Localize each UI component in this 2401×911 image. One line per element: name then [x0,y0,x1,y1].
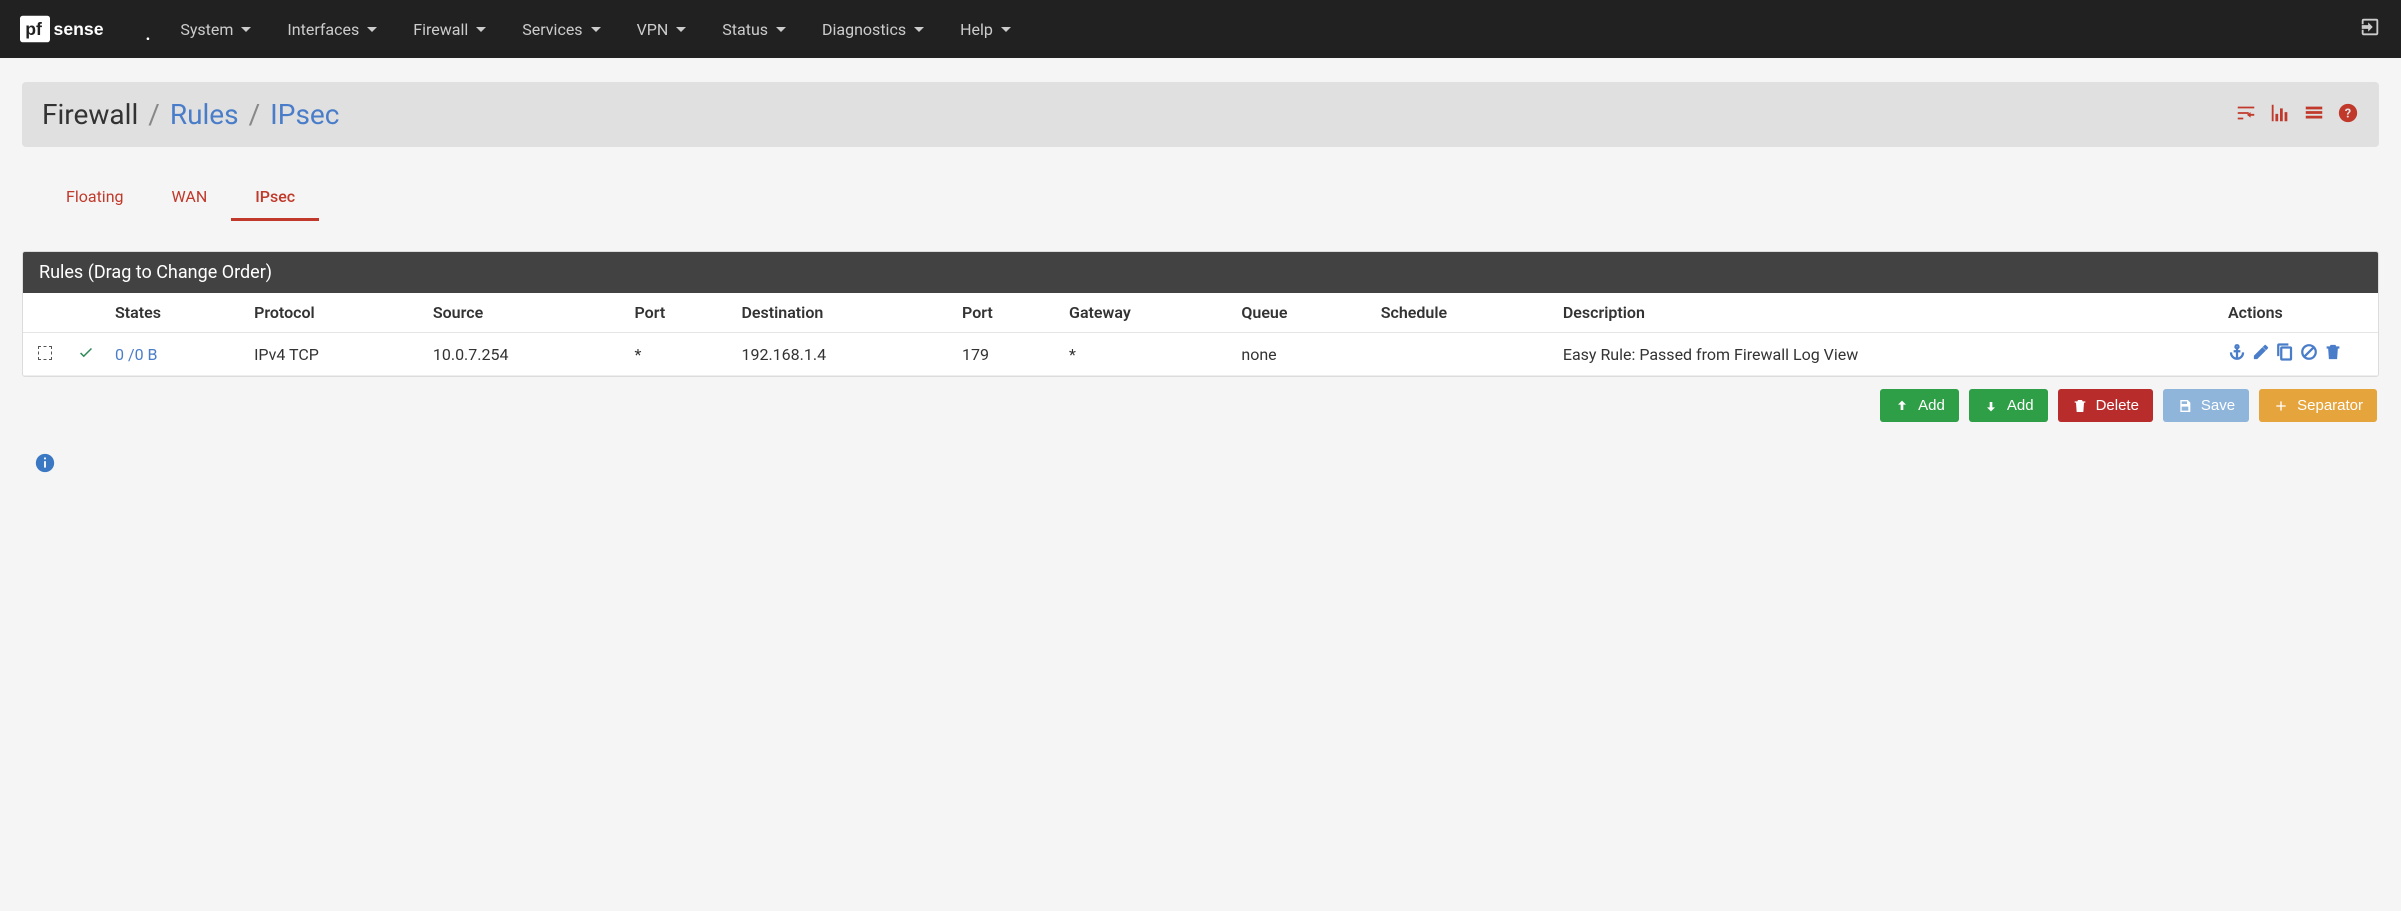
pass-check-icon [77,346,95,365]
top-navbar: pf sense System Interfaces Firewall Serv… [0,0,2401,58]
caret-down-icon [1001,27,1011,32]
row-select-checkbox[interactable] [38,346,52,360]
col-queue: Queue [1231,293,1370,333]
cell-gateway: * [1059,333,1231,376]
separator-button[interactable]: Separator [2259,389,2377,422]
caret-down-icon [914,27,924,32]
add-bottom-button[interactable]: Add [1969,389,2048,422]
help-icon[interactable]: ? [2337,102,2359,128]
panel-title: Rules (Drag to Change Order) [23,252,2378,293]
trash-icon [2072,398,2088,414]
arrow-down-icon [1983,398,1999,414]
tab-wan[interactable]: WAN [148,175,232,221]
col-sport: Port [624,293,731,333]
breadcrumb: Firewall / Rules / IPsec [42,98,339,131]
nav-interfaces[interactable]: Interfaces [269,0,395,58]
table-row[interactable]: 0 /0 B IPv4 TCP 10.0.7.254 * 192.168.1.4… [23,333,2378,376]
cell-schedule [1371,333,1553,376]
save-floppy-icon [2177,398,2193,414]
breadcrumb-ipsec[interactable]: IPsec [270,98,339,131]
col-select [23,293,67,333]
cell-destination: 192.168.1.4 [731,333,952,376]
breadcrumb-root: Firewall [42,98,138,131]
states-link[interactable]: 0 /0 B [115,345,158,364]
brand-logo[interactable]: pf sense [20,14,152,44]
save-button[interactable]: Save [2163,389,2249,422]
header-actions: ? [2235,102,2359,128]
breadcrumb-sep: / [148,98,160,131]
tab-floating[interactable]: Floating [42,175,148,221]
brand-left-text: pf [25,19,42,39]
disable-ban-icon[interactable] [2300,343,2318,365]
tab-ipsec[interactable]: IPsec [231,175,319,221]
arrow-up-icon [1894,398,1910,414]
add-top-button[interactable]: Add [1880,389,1959,422]
bar-chart-icon[interactable] [2269,102,2291,128]
info-icon[interactable] [34,462,56,478]
svg-text:?: ? [2345,106,2351,121]
nav-vpn[interactable]: VPN [619,0,705,58]
cell-queue: none [1231,333,1370,376]
caret-down-icon [591,27,601,32]
col-description: Description [1553,293,2218,333]
nav-help[interactable]: Help [942,0,1029,58]
nav-status[interactable]: Status [704,0,804,58]
cell-protocol: IPv4 TCP [244,333,423,376]
anchor-icon[interactable] [2228,343,2246,365]
delete-button[interactable]: Delete [2058,389,2153,422]
col-protocol: Protocol [244,293,423,333]
nav-items: System Interfaces Firewall Services VPN … [162,0,1029,58]
header-panel: Firewall / Rules / IPsec ? [22,82,2379,147]
nav-system[interactable]: System [162,0,269,58]
interface-tabs: Floating WAN IPsec [22,165,2379,221]
copy-icon[interactable] [2276,343,2294,365]
page: Firewall / Rules / IPsec ? Floating WAN … [0,58,2401,502]
brand-right-text: sense [54,19,104,39]
navbar-left: pf sense System Interfaces Firewall Serv… [20,0,1029,58]
col-actions: Actions [2218,293,2378,333]
plus-icon [2273,398,2289,414]
col-gateway: Gateway [1059,293,1231,333]
info-row [22,452,2379,478]
col-source: Source [423,293,625,333]
nav-diagnostics[interactable]: Diagnostics [804,0,942,58]
cell-dport: 179 [952,333,1059,376]
caret-down-icon [676,27,686,32]
cell-source: 10.0.7.254 [423,333,625,376]
settings-sliders-icon[interactable] [2235,102,2257,128]
nav-firewall[interactable]: Firewall [395,0,504,58]
row-actions [2228,343,2368,365]
col-destination: Destination [731,293,952,333]
rules-table: States Protocol Source Port Destination … [23,293,2378,376]
nav-services[interactable]: Services [504,0,618,58]
delete-trash-icon[interactable] [2324,343,2342,365]
caret-down-icon [367,27,377,32]
col-states: States [105,293,244,333]
breadcrumb-rules[interactable]: Rules [170,98,239,131]
caret-down-icon [241,27,251,32]
col-dport: Port [952,293,1059,333]
logout-icon[interactable] [2359,16,2381,43]
cell-description: Easy Rule: Passed from Firewall Log View [1553,333,2218,376]
cell-sport: * [624,333,731,376]
caret-down-icon [476,27,486,32]
rules-panel: Rules (Drag to Change Order) States Prot… [22,251,2379,377]
col-schedule: Schedule [1371,293,1553,333]
log-list-icon[interactable] [2303,102,2325,128]
footer-buttons: Add Add Delete Save Separator [22,389,2379,422]
col-status [67,293,105,333]
breadcrumb-sep: / [249,98,261,131]
edit-pencil-icon[interactable] [2252,343,2270,365]
caret-down-icon [776,27,786,32]
